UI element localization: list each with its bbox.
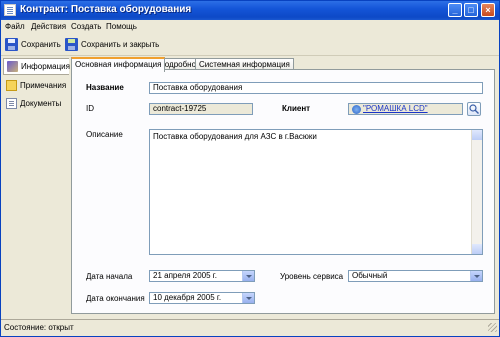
chevron-down-icon[interactable] — [242, 293, 254, 303]
client-label: Клиент — [282, 104, 311, 113]
service-level-select[interactable]: Обычный — [348, 270, 483, 282]
toolbar: Сохранить Сохранить и закрыть — [1, 33, 499, 56]
title-bar[interactable]: Контракт: Поставка оборудования _ □ × — [1, 1, 499, 20]
service-level-label: Уровень сервиса — [280, 272, 344, 281]
description-scrollbar[interactable] — [471, 130, 482, 254]
id-field: contract-19725 — [149, 103, 253, 115]
status-bar: Состояние: открыт — [1, 319, 499, 334]
tab-panel: Название Поставка оборудования ID contra… — [71, 69, 495, 314]
client-field: "РОМАШКА LCD" — [348, 103, 463, 115]
resize-grip-icon[interactable] — [488, 323, 497, 332]
sidebar-item-label: Документы — [20, 99, 62, 108]
globe-icon — [352, 104, 361, 114]
sidebar-item-documents[interactable]: Документы — [3, 95, 69, 112]
chevron-down-icon[interactable] — [470, 271, 482, 281]
tab-main-info[interactable]: Основная информация — [71, 57, 166, 72]
end-date-label: Дата окончания — [86, 294, 145, 303]
end-date-value: 10 декабря 2005 г. — [153, 293, 222, 302]
sidebar-item-info[interactable]: Информация — [3, 58, 70, 75]
maximize-button[interactable]: □ — [464, 3, 478, 17]
start-date-value: 21 апреля 2005 г. — [153, 271, 217, 280]
save-and-close-label: Сохранить и закрыть — [81, 39, 160, 49]
info-icon — [7, 61, 18, 72]
scroll-down-icon[interactable] — [472, 244, 482, 254]
document-icon — [4, 4, 16, 16]
id-label: ID — [86, 104, 94, 113]
minimize-button[interactable]: _ — [448, 3, 462, 17]
start-date-label: Дата начала — [86, 272, 133, 281]
client-lookup-button[interactable] — [467, 102, 481, 116]
menu-create[interactable]: Создать — [71, 22, 101, 31]
save-button[interactable]: Сохранить — [5, 36, 61, 52]
notes-icon — [6, 80, 17, 91]
save-close-icon — [65, 37, 78, 51]
sidebar-item-label: Примечания — [20, 81, 67, 90]
sidebar-item-label: Информация — [21, 62, 70, 71]
sidebar: Информация Примечания Документы — [3, 56, 70, 316]
start-date-picker[interactable]: 21 апреля 2005 г. — [149, 270, 255, 282]
end-date-picker[interactable]: 10 декабря 2005 г. — [149, 292, 255, 304]
save-button-label: Сохранить — [21, 39, 61, 49]
description-textarea[interactable]: Поставка оборудования для АЗС в г.Васюки — [149, 129, 483, 255]
menu-help[interactable]: Помощь — [106, 22, 137, 31]
menu-bar: Файл Действия Создать Помощь — [1, 20, 499, 33]
client-link[interactable]: "РОМАШКА LCD" — [363, 104, 428, 114]
description-text: Поставка оборудования для АЗС в г.Васюки — [153, 132, 317, 141]
service-level-value: Обычный — [352, 271, 388, 280]
description-label: Описание — [86, 130, 123, 139]
window-title: Контракт: Поставка оборудования — [20, 4, 192, 15]
menu-actions[interactable]: Действия — [31, 22, 66, 31]
search-icon — [469, 104, 479, 114]
scroll-up-icon[interactable] — [472, 130, 482, 140]
documents-icon — [6, 98, 17, 109]
name-label: Название — [86, 83, 124, 92]
chevron-down-icon[interactable] — [242, 271, 254, 281]
close-button[interactable]: × — [481, 3, 495, 17]
status-text: Состояние: открыт — [4, 323, 74, 332]
save-and-close-button[interactable]: Сохранить и закрыть — [65, 36, 159, 52]
menu-file[interactable]: Файл — [5, 22, 25, 31]
save-icon — [5, 37, 18, 51]
sidebar-item-notes[interactable]: Примечания — [3, 77, 69, 94]
contract-window: Контракт: Поставка оборудования _ □ × Фа… — [0, 0, 500, 337]
name-field[interactable]: Поставка оборудования — [149, 82, 483, 94]
